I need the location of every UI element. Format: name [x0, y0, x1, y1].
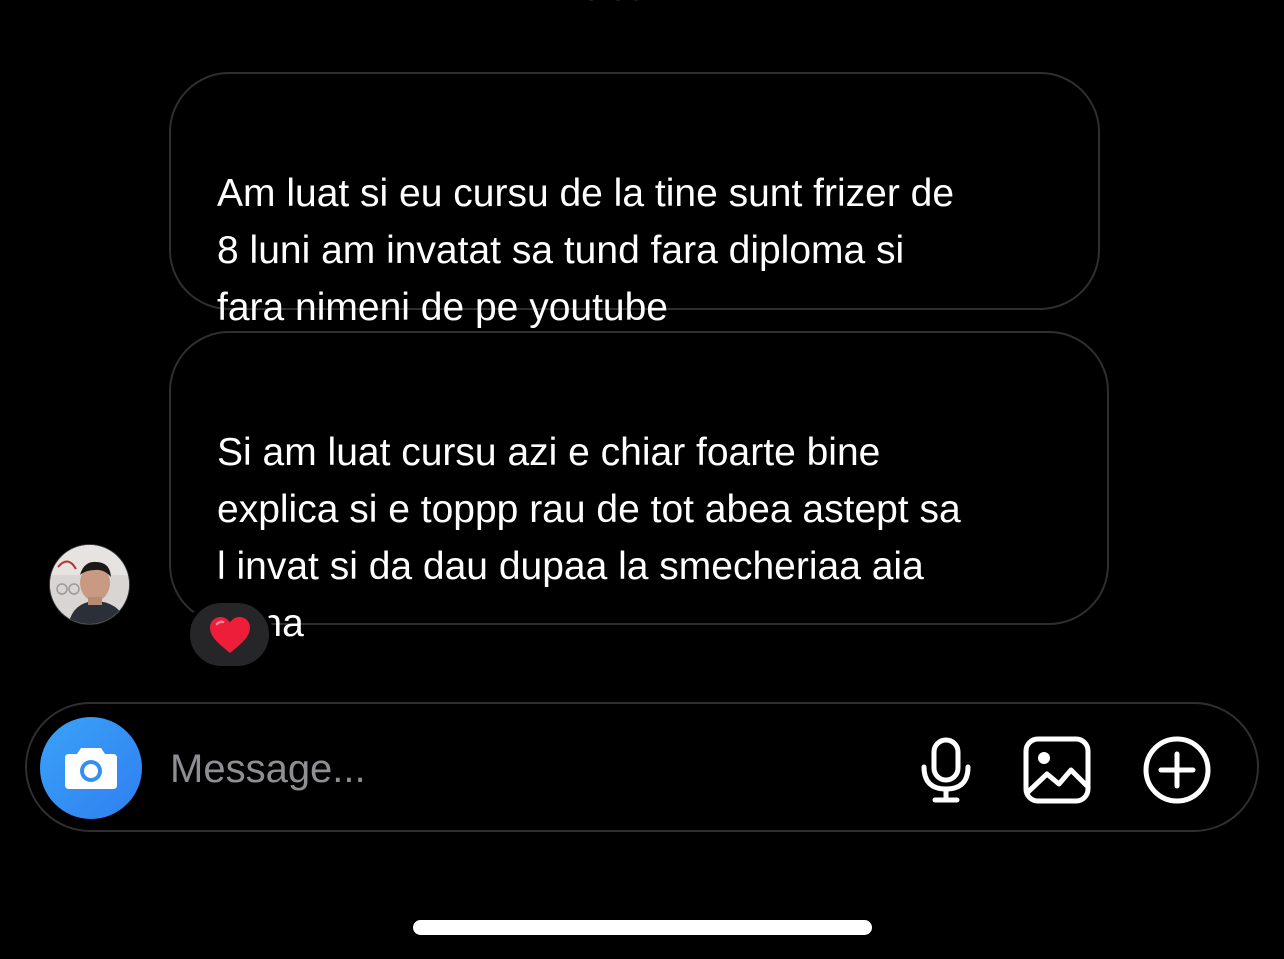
camera-button[interactable] — [40, 717, 142, 819]
heart-reaction[interactable] — [186, 599, 273, 670]
message-composer — [25, 702, 1259, 832]
message-timestamp: 6:56 PM — [0, 0, 1284, 8]
message-text: Am luat si eu cursu de la tine sunt friz… — [217, 172, 955, 329]
add-button[interactable] — [1141, 734, 1213, 806]
message-bubble[interactable]: Si am luat cursu azi e chiar foarte bine… — [169, 331, 1109, 645]
gallery-button[interactable] — [1021, 734, 1093, 806]
microphone-icon — [921, 737, 971, 803]
message-bubble[interactable]: Am luat si eu cursu de la tine sunt friz… — [169, 72, 1100, 329]
message-input[interactable] — [170, 742, 870, 796]
microphone-button[interactable] — [910, 734, 982, 806]
gallery-icon — [1023, 736, 1091, 804]
heart-icon — [209, 616, 250, 653]
plus-circle-icon — [1143, 736, 1211, 804]
home-indicator[interactable] — [413, 920, 872, 935]
sender-avatar[interactable] — [49, 544, 130, 625]
camera-icon — [65, 748, 117, 789]
message-text: Si am luat cursu azi e chiar foarte bine… — [217, 431, 961, 645]
chat-screen: 6:56 PM Am luat si eu cursu de la tine s… — [0, 0, 1284, 959]
